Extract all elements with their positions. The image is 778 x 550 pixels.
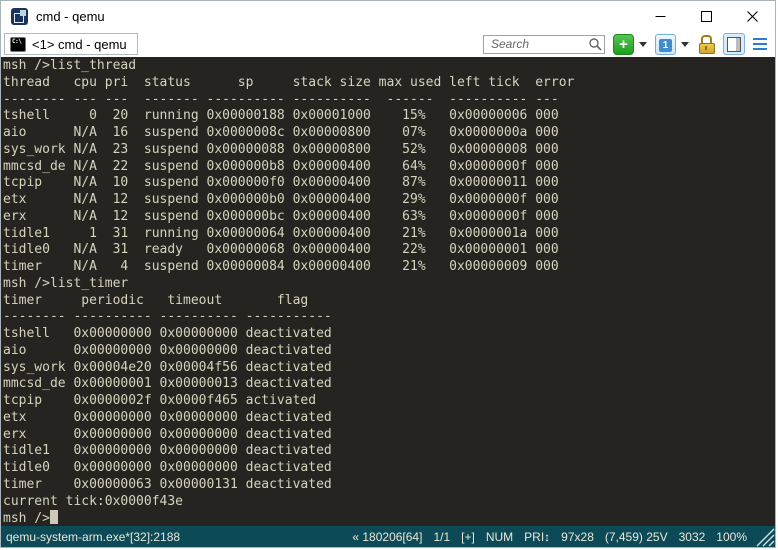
- view-panes-toggle[interactable]: [723, 33, 745, 55]
- terminal-line: timer periodic timeout flag: [3, 293, 775, 310]
- main-menu-button[interactable]: [751, 35, 769, 53]
- terminal-line: erx 0x00000000 0x00000000 deactivated: [3, 427, 775, 444]
- terminal-line: sys_work N/A 23 suspend 0x00000088 0x000…: [3, 142, 775, 159]
- search-box[interactable]: [483, 35, 605, 54]
- text-cursor: [50, 510, 58, 524]
- status-segment: 1/1: [433, 530, 450, 544]
- terminal-line: tidle1 1 31 running 0x00000064 0x0000040…: [3, 226, 775, 243]
- terminal-line: tidle0 0x00000000 0x00000000 deactivated: [3, 460, 775, 477]
- terminal-line: aio N/A 16 suspend 0x0000008c 0x00000800…: [3, 125, 775, 142]
- terminal-line: tidle1 0x00000000 0x00000000 deactivated: [3, 443, 775, 460]
- hamburger-icon: [753, 38, 767, 41]
- status-process: qemu-system-arm.exe*[32]:2188: [6, 530, 180, 544]
- status-segment: NUM: [486, 530, 513, 544]
- minimize-icon: [655, 11, 666, 22]
- tab-bar: C:\ <1> cmd - qemu + 1: [1, 31, 775, 57]
- status-segment: PRI↕: [524, 530, 550, 544]
- titlebar[interactable]: cmd - qemu: [1, 1, 775, 31]
- status-segment: 100%: [716, 530, 747, 544]
- terminal-line: tshell 0 20 running 0x00000188 0x0000100…: [3, 108, 775, 125]
- lock-icon: [701, 35, 712, 43]
- tab-label: <1> cmd - qemu: [32, 37, 127, 52]
- terminal-line: tidle0 N/A 31 ready 0x00000068 0x0000040…: [3, 242, 775, 259]
- close-icon: [747, 11, 758, 22]
- maximize-icon: [701, 11, 712, 22]
- minimize-button[interactable]: [637, 1, 683, 31]
- shell-prompt: msh />: [3, 511, 50, 525]
- terminal-line: -------- ---------- ---------- ---------…: [3, 309, 775, 326]
- terminal-line: mmcsd_de 0x00000001 0x00000013 deactivat…: [3, 376, 775, 393]
- window-controls: [637, 1, 775, 31]
- console-list-dropdown-icon[interactable]: [681, 42, 689, 47]
- status-segment: 97x28: [561, 530, 594, 544]
- console-number: 1: [659, 39, 672, 52]
- terminal-lines: msh />list_threadthread cpu pri status s…: [3, 58, 775, 510]
- new-console-button[interactable]: +: [613, 34, 634, 55]
- status-segments: « 180206[64] 1/1 [+] NUM PRI↕ 97x28 (7,459) 25…: [341, 530, 747, 544]
- maximize-button[interactable]: [683, 1, 729, 31]
- conemu-window: cmd - qemu C:\ <1> cmd - qemu +: [0, 0, 776, 548]
- status-segment: [+]: [461, 530, 475, 544]
- tab-cmd-qemu[interactable]: C:\ <1> cmd - qemu: [4, 33, 138, 55]
- conemu-logo-icon: [11, 8, 28, 25]
- terminal-line: tcpip 0x0000002f 0x0000f465 activated: [3, 393, 775, 410]
- status-segment: 3032: [679, 530, 706, 544]
- panes-icon: [727, 37, 741, 52]
- prompt-line: msh />: [3, 510, 775, 525]
- status-segment: (7,459) 25V: [605, 530, 668, 544]
- new-console-dropdown-icon[interactable]: [639, 42, 647, 47]
- terminal-line: timer 0x00000063 0x00000131 deactivated: [3, 477, 775, 494]
- terminal-line: sys_work 0x00004e20 0x00004f56 deactivat…: [3, 360, 775, 377]
- terminal-line: mmcsd_de N/A 22 suspend 0x000000b8 0x000…: [3, 159, 775, 176]
- terminal-line: msh />list_thread: [3, 58, 775, 75]
- search-input[interactable]: [489, 36, 588, 52]
- cmd-icon: C:\: [10, 37, 26, 52]
- terminal-line: etx N/A 12 suspend 0x000000b0 0x00000400…: [3, 192, 775, 209]
- terminal-line: etx 0x00000000 0x00000000 deactivated: [3, 410, 775, 427]
- search-icon[interactable]: [588, 37, 602, 51]
- terminal-line: tcpip N/A 10 suspend 0x000000f0 0x000004…: [3, 175, 775, 192]
- terminal-line: erx N/A 12 suspend 0x000000bc 0x00000400…: [3, 209, 775, 226]
- status-segment: « 180206[64]: [352, 530, 422, 544]
- terminal-line: thread cpu pri status sp stack size max …: [3, 75, 775, 92]
- terminal-line: aio 0x00000000 0x00000000 deactivated: [3, 343, 775, 360]
- resize-grip[interactable]: [753, 526, 775, 547]
- active-console-button[interactable]: 1: [655, 34, 676, 55]
- terminal-line: timer N/A 4 suspend 0x00000084 0x0000040…: [3, 259, 775, 276]
- toolbar: + 1: [483, 33, 769, 55]
- terminal-line: tshell 0x00000000 0x00000000 deactivated: [3, 326, 775, 343]
- terminal-output[interactable]: msh />list_threadthread cpu pri status s…: [1, 57, 775, 525]
- terminal-line: msh />list_timer: [3, 276, 775, 293]
- close-button[interactable]: [729, 1, 775, 31]
- terminal-line: -------- --- --- ------- ---------- ----…: [3, 92, 775, 109]
- status-bar: qemu-system-arm.exe*[32]:2188 « 180206[6…: [1, 525, 775, 547]
- terminal-line: current tick:0x0000f43e: [3, 494, 775, 511]
- lock-button[interactable]: [697, 35, 716, 54]
- window-title: cmd - qemu: [36, 9, 105, 24]
